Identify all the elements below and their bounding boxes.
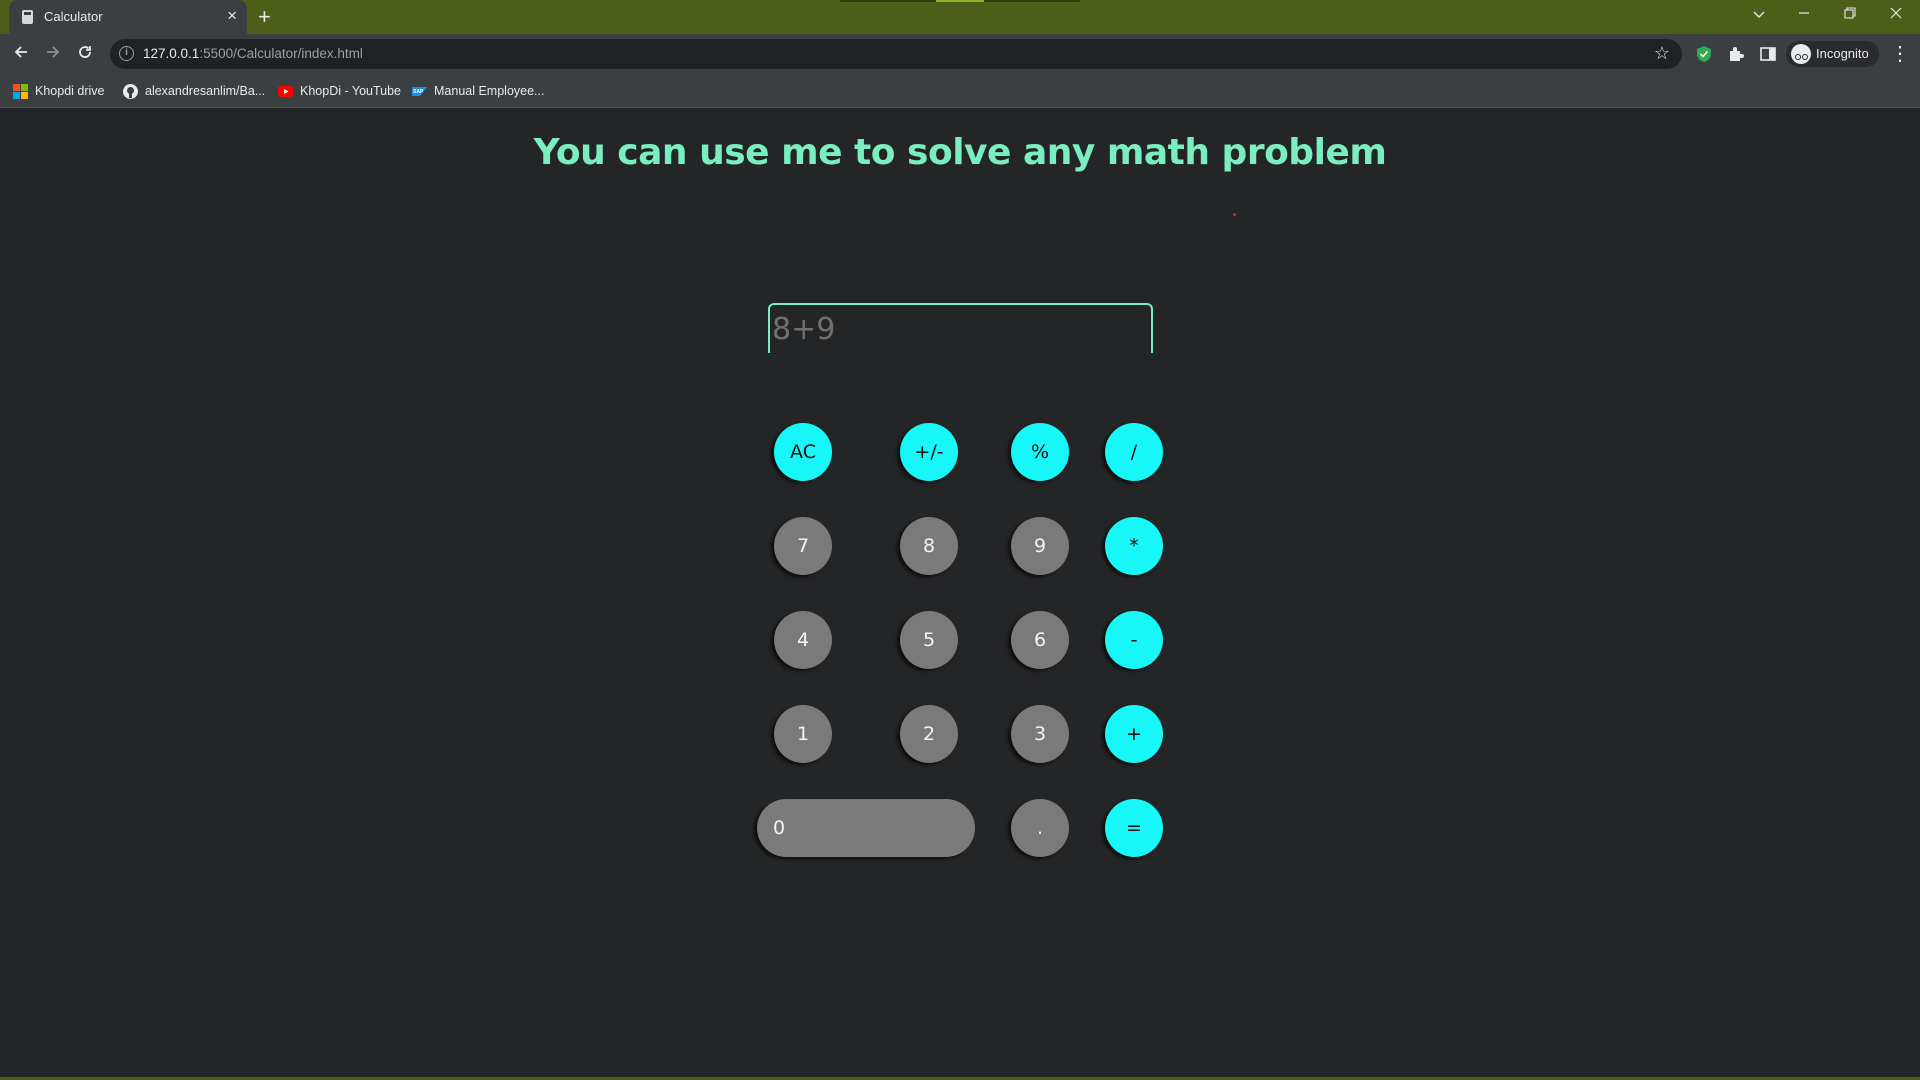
subtract-button[interactable]: -: [1105, 611, 1163, 669]
side-panel-icon[interactable]: [1759, 45, 1777, 63]
tab-calculator[interactable]: Calculator ×: [9, 0, 247, 34]
sap-icon: SAP: [412, 87, 427, 96]
windows-logo-icon: [13, 84, 28, 99]
close-window-button[interactable]: [1873, 0, 1919, 34]
equals-button[interactable]: =: [1105, 799, 1163, 857]
close-icon[interactable]: ×: [227, 6, 237, 26]
address-bar[interactable]: i 127.0.0.1:5500/Calculator/index.html ☆: [110, 39, 1682, 69]
browser-toolbar: i 127.0.0.1:5500/Calculator/index.html ☆…: [0, 34, 1920, 74]
toggle-sign-button[interactable]: +/-: [900, 423, 958, 481]
digit-6-button[interactable]: 6: [1011, 611, 1069, 669]
bookmark-item[interactable]: KhopDi - YouTube: [278, 82, 401, 100]
tab-strip-indicator: [840, 0, 936, 2]
digit-8-button[interactable]: 8: [900, 517, 958, 575]
digit-0-button[interactable]: 0: [757, 799, 975, 857]
info-icon[interactable]: i: [119, 46, 134, 61]
percent-button[interactable]: %: [1011, 423, 1069, 481]
tab-strip-indicator: [984, 0, 1080, 2]
digit-4-button[interactable]: 4: [774, 611, 832, 669]
bookmark-label: KhopDi - YouTube: [300, 84, 402, 98]
back-button[interactable]: [10, 43, 32, 65]
close-icon: [1890, 7, 1902, 19]
incognito-icon: [1791, 44, 1811, 64]
url-text: 127.0.0.1:5500/Calculator/index.html: [143, 46, 363, 61]
bookmark-star-icon[interactable]: ☆: [1654, 43, 1670, 64]
bookmark-label: Manual Employee...: [434, 84, 545, 98]
tab-strip-indicator-active: [936, 0, 984, 2]
minimize-icon: [1799, 12, 1809, 14]
digit-2-button[interactable]: 2: [900, 705, 958, 763]
incognito-label: Incognito: [1816, 46, 1869, 61]
arrow-left-icon: [14, 46, 27, 58]
add-button[interactable]: +: [1105, 705, 1163, 763]
digit-1-button[interactable]: 1: [774, 705, 832, 763]
shield-extension-icon[interactable]: [1695, 45, 1713, 63]
restore-icon: [1844, 7, 1856, 19]
decimal-button[interactable]: .: [1011, 799, 1069, 857]
calculator-icon: [22, 10, 33, 24]
arrow-right-icon: [47, 46, 60, 58]
url-path: :5500/Calculator/index.html: [199, 46, 363, 61]
restore-button[interactable]: [1827, 0, 1873, 34]
bookmark-item[interactable]: SAP Manual Employee...: [412, 82, 544, 100]
new-tab-button[interactable]: +: [258, 3, 271, 31]
bookmark-label: alexandresanlim/Ba...: [145, 84, 266, 98]
calculator-display-input[interactable]: [768, 303, 1153, 353]
page-title: You can use me to solve any math problem: [533, 132, 1387, 173]
browser-titlebar: Calculator × +: [0, 0, 1920, 34]
forward-button[interactable]: [42, 43, 64, 65]
bookmark-item[interactable]: Khopdi drive: [13, 82, 105, 100]
incognito-profile-button[interactable]: Incognito: [1786, 41, 1879, 67]
divide-button[interactable]: /: [1105, 423, 1163, 481]
decorative-dot: [1233, 213, 1236, 216]
bookmarks-bar: Khopdi drive alexandresanlim/Ba... KhopD…: [0, 74, 1920, 108]
url-host: 127.0.0.1: [143, 46, 200, 61]
bookmark-item[interactable]: alexandresanlim/Ba...: [123, 82, 265, 100]
svg-text:SAP: SAP: [413, 89, 424, 95]
tab-search-button[interactable]: [1736, 0, 1782, 34]
digit-5-button[interactable]: 5: [900, 611, 958, 669]
digit-3-button[interactable]: 3: [1011, 705, 1069, 763]
extensions-puzzle-icon[interactable]: [1727, 45, 1745, 63]
reload-icon: [79, 46, 91, 58]
more-menu-icon[interactable]: ⋮: [1890, 42, 1910, 66]
github-icon: [123, 84, 138, 99]
digit-7-button[interactable]: 7: [774, 517, 832, 575]
clear-button[interactable]: AC: [774, 423, 832, 481]
minimize-button[interactable]: [1781, 0, 1827, 34]
chevron-down-icon: [1753, 11, 1765, 18]
calculator-page: You can use me to solve any math problem…: [0, 108, 1920, 1080]
bookmark-label: Khopdi drive: [35, 84, 105, 98]
youtube-icon: [278, 86, 293, 97]
digit-9-button[interactable]: 9: [1011, 517, 1069, 575]
tab-title: Calculator: [44, 9, 103, 24]
multiply-button[interactable]: *: [1105, 517, 1163, 575]
reload-button[interactable]: [74, 43, 96, 65]
